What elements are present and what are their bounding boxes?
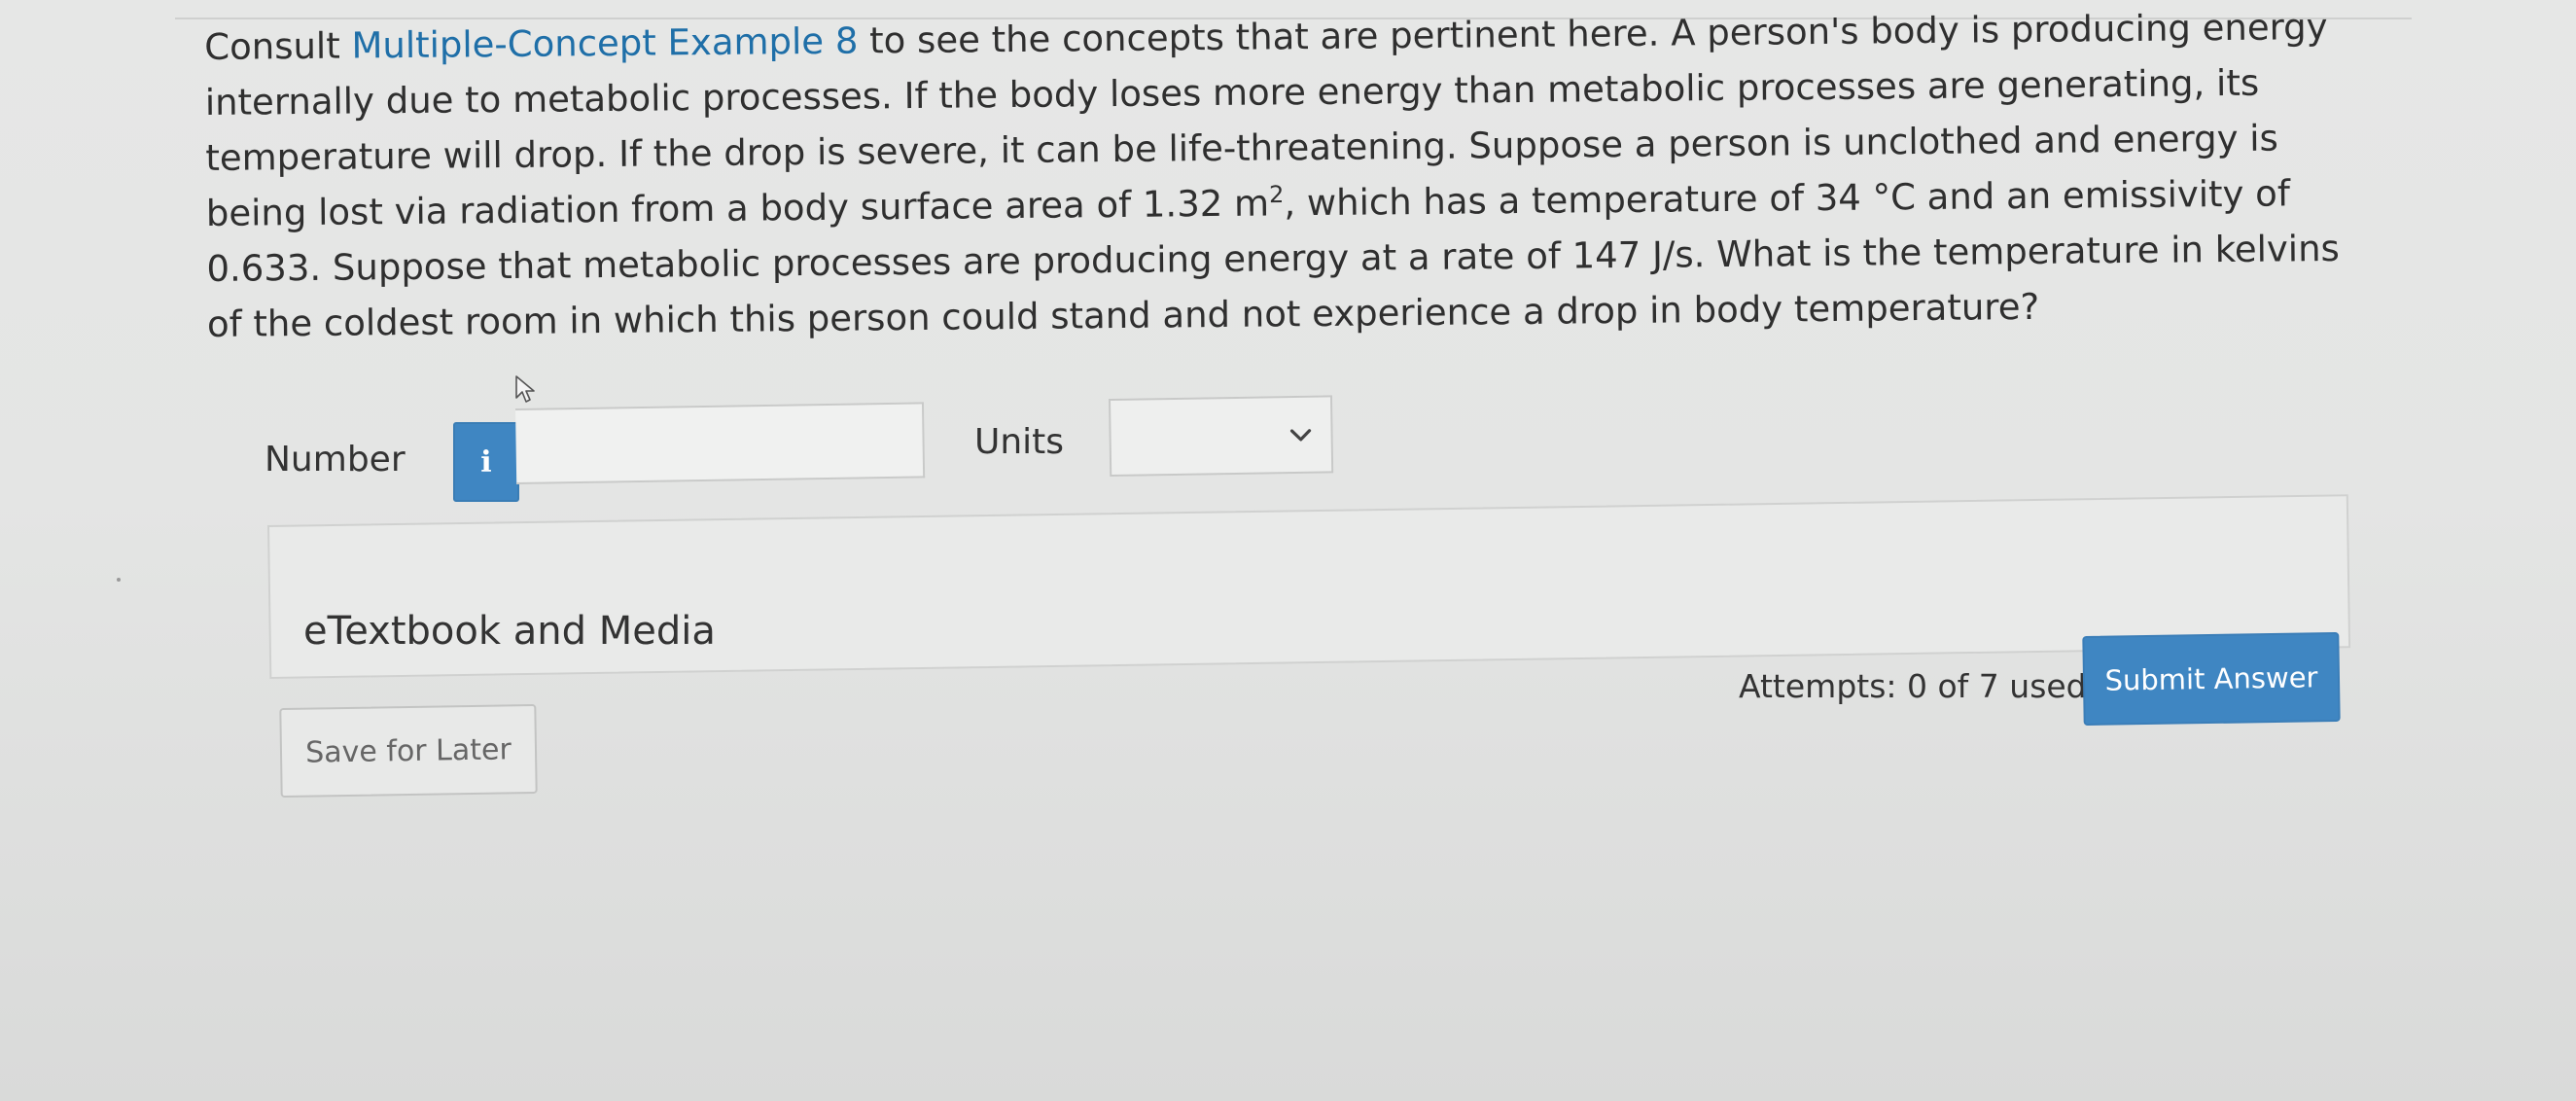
info-icon: i	[480, 444, 492, 479]
etextbook-media-link[interactable]: eTextbook and Media	[303, 609, 716, 654]
units-dropdown[interactable]	[1109, 395, 1334, 477]
example-link[interactable]: Multiple-Concept Example 8	[351, 20, 858, 67]
submit-answer-button[interactable]: Submit Answer	[2082, 631, 2341, 727]
mouse-pointer-icon	[515, 375, 535, 403]
save-for-later-button[interactable]: Save for Later	[279, 703, 538, 799]
units-label: Units	[974, 422, 1065, 462]
question-page: Consult Multiple-Concept Example 8 to se…	[0, 0, 2576, 1101]
number-label: Number	[265, 440, 406, 479]
question-text: Consult Multiple-Concept Example 8 to se…	[204, 0, 2385, 352]
question-intro: Consult	[204, 24, 352, 68]
exponent: 2	[1268, 181, 1285, 209]
number-input[interactable]	[515, 402, 926, 484]
info-button[interactable]: i	[453, 422, 519, 502]
attempts-counter: Attempts: 0 of 7 used	[1739, 667, 2087, 705]
chevron-down-icon	[1289, 429, 1312, 442]
decorative-dot	[117, 578, 121, 582]
